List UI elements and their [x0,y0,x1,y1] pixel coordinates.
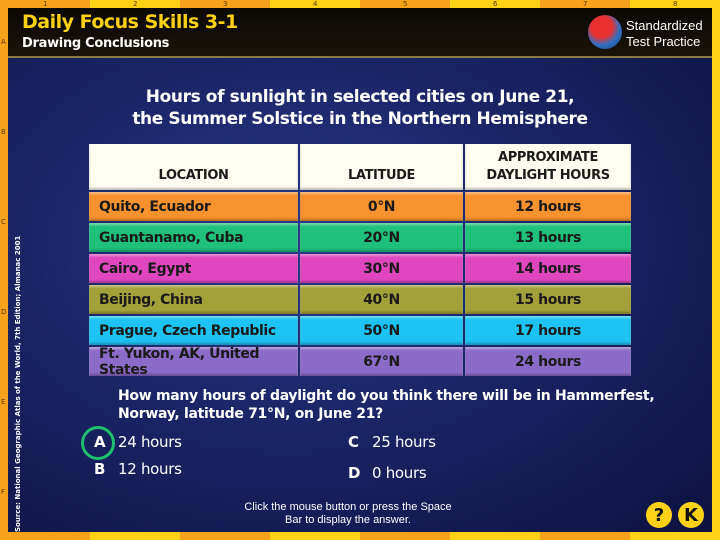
back-button[interactable]: K [678,502,704,528]
cell-hours: 17 hours [465,316,631,345]
ruler-number: 6 [493,0,498,8]
cell-latitude: 30°N [300,254,463,283]
table-row: Cairo, Egypt 30°N 14 hours [89,254,631,283]
slide[interactable]: Daily Focus Skills 3-1 Drawing Conclusio… [8,8,712,532]
option-letter: B [94,460,106,478]
option-text: 12 hours [118,460,182,478]
globe-icon [588,15,622,49]
cell-hours: 24 hours [465,347,631,376]
cell-location: Guantanamo, Cuba [89,223,298,252]
cell-hours: 13 hours [465,223,631,252]
header-daylight-hours: APPROXIMATE DAYLIGHT HOURS [465,144,631,190]
header-latitude: LATITUDE [300,144,463,190]
slide-title: Daily Focus Skills 3-1 [22,11,238,33]
cell-latitude: 67°N [300,347,463,376]
ruler-number: 5 [403,0,408,8]
cell-location: Quito, Ecuador [89,192,298,221]
option-d[interactable]: D 0 hours [348,464,427,482]
standardized-test-practice-badge: Standardized Test Practice [626,18,703,50]
cell-latitude: 0°N [300,192,463,221]
ruler-letter: B [1,128,6,136]
ruler-letter: D [1,308,7,316]
option-a[interactable]: A 24 hours [94,433,182,451]
cell-hours: 12 hours [465,192,631,221]
ruler-number: 3 [223,0,228,8]
table-row: Guantanamo, Cuba 20°N 13 hours [89,223,631,252]
source-note: Source: National Geographic Atlas of the… [14,235,22,532]
table-row: Ft. Yukon, AK, United States 67°N 24 hours [89,346,631,378]
table-header-row: LOCATION LATITUDE APPROXIMATE DAYLIGHT H… [89,144,631,190]
cell-location: Cairo, Egypt [89,254,298,283]
cell-location: Prague, Czech Republic [89,316,298,345]
header-location: LOCATION [89,144,298,190]
option-letter: C [348,433,359,451]
cell-location: Beijing, China [89,285,298,314]
option-text: 24 hours [118,433,182,451]
daylight-table: LOCATION LATITUDE APPROXIMATE DAYLIGHT H… [89,144,631,378]
instruction-text: Click the mouse button or press the Spac… [244,501,452,526]
badge-line: Standardized [626,18,703,33]
header: Daily Focus Skills 3-1 Drawing Conclusio… [8,8,712,58]
cell-hours: 14 hours [465,254,631,283]
ruler-number: 4 [313,0,318,8]
cell-latitude: 20°N [300,223,463,252]
ruler-number: 1 [43,0,48,8]
cell-location: Ft. Yukon, AK, United States [89,346,298,378]
option-letter: D [348,464,361,482]
question-text: How many hours of daylight do you think … [118,388,655,422]
slide-subtitle: Drawing Conclusions [22,36,170,51]
table-row: Quito, Ecuador 0°N 12 hours [89,192,631,221]
table-title-line: the Summer Solstice in the Northern Hemi… [132,109,588,129]
ruler-letter: C [1,218,6,226]
ruler-letter: F [1,488,6,496]
table-title: Hours of sunlight in selected cities on … [8,86,712,130]
option-c[interactable]: C 25 hours [348,433,436,451]
option-text: 0 hours [372,464,427,482]
table-row: Prague, Czech Republic 50°N 17 hours [89,316,631,345]
ruler-number: 7 [583,0,588,8]
option-letter: A [94,433,106,451]
table-title-line: Hours of sunlight in selected cities on … [145,87,575,107]
help-button[interactable]: ? [646,502,672,528]
ruler-letter: A [1,38,6,46]
table-row: Beijing, China 40°N 15 hours [89,285,631,314]
cell-hours: 15 hours [465,285,631,314]
cell-latitude: 50°N [300,316,463,345]
cell-latitude: 40°N [300,285,463,314]
badge-line: Test Practice [626,34,701,49]
option-text: 25 hours [372,433,436,451]
ruler-number: 8 [673,0,678,8]
ruler-letter: E [1,398,6,406]
option-b[interactable]: B 12 hours [94,460,182,478]
ruler-number: 2 [133,0,138,8]
